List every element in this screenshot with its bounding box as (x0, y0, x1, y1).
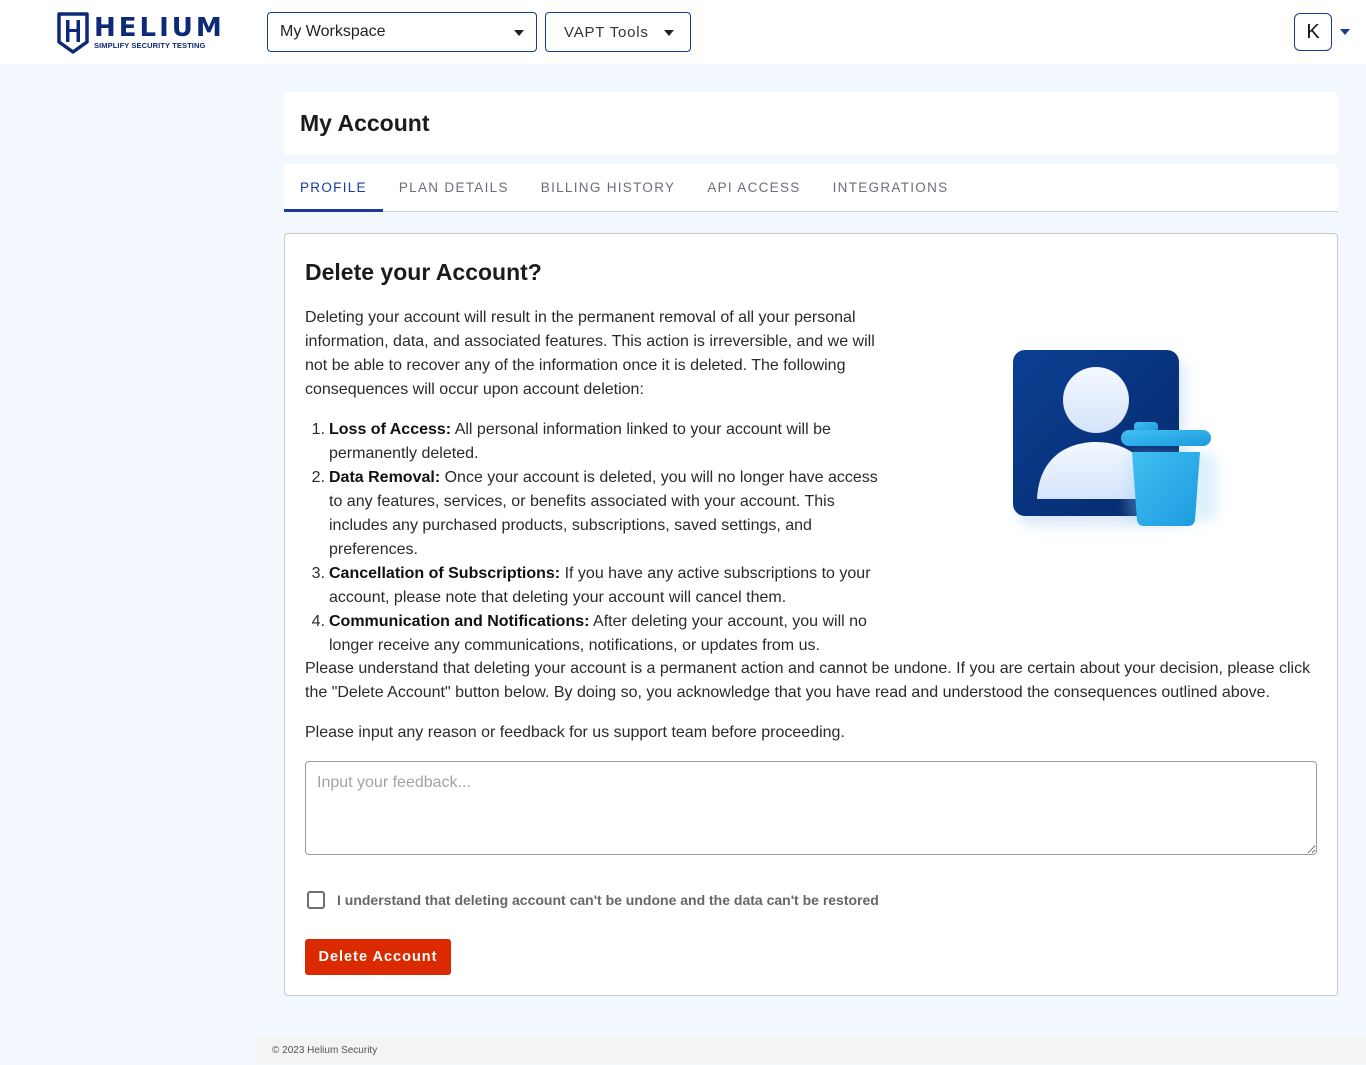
list-item: 2. Data Removal: Once your account is de… (305, 466, 895, 562)
footer: © 2023 Helium Security (256, 1037, 1366, 1063)
workspace-select-value: My Workspace (280, 23, 386, 40)
consequence-heading: Loss of Access: (329, 421, 452, 438)
tab-profile[interactable]: PROFILE (284, 164, 383, 212)
list-item: 3. Cancellation of Subscriptions: If you… (305, 562, 895, 610)
chevron-down-icon (664, 30, 674, 36)
page-title: My Account (300, 110, 430, 136)
feedback-prompt: Please input any reason or feedback for … (305, 724, 845, 741)
consequences-list: 1. Loss of Access: All personal informat… (305, 418, 895, 658)
delete-account-heading: Delete your Account? (305, 259, 542, 285)
feedback-textarea[interactable] (305, 761, 1317, 855)
list-number: 4. (311, 613, 325, 630)
list-item: 1. Loss of Access: All personal informat… (305, 418, 895, 466)
shield-logo-icon (57, 12, 89, 54)
tab-api-access[interactable]: API ACCESS (691, 164, 816, 211)
copyright-text: © 2023 Helium Security (272, 1044, 378, 1056)
user-menu-chevron-down-icon[interactable] (1340, 29, 1350, 35)
vapt-tools-select-value: VAPT Tools (564, 23, 649, 41)
delete-account-card: Delete your Account? Deleting your accou… (284, 233, 1338, 996)
delete-warning-text: Please understand that deleting your acc… (305, 660, 1311, 701)
confirm-row: I understand that deleting account can't… (307, 891, 879, 909)
confirm-checkbox[interactable] (307, 891, 325, 909)
top-bar: HELIUM SIMPLIFY SECURITY TESTING My Work… (0, 0, 1366, 64)
brand-name: HELIUM (94, 13, 225, 43)
workspace-select[interactable]: My Workspace (267, 12, 537, 52)
page-header: My Account (284, 92, 1338, 155)
consequence-heading: Communication and Notifications: (329, 613, 590, 630)
list-number: 1. (311, 421, 325, 438)
user-avatar[interactable]: K (1294, 13, 1332, 51)
tab-plan-details[interactable]: PLAN DETAILS (383, 164, 525, 211)
chevron-down-icon (514, 30, 524, 36)
consequence-heading: Cancellation of Subscriptions: (329, 565, 561, 582)
vapt-tools-select[interactable]: VAPT Tools (545, 12, 691, 52)
list-number: 3. (311, 565, 325, 582)
list-number: 2. (311, 469, 325, 486)
list-item: 4. Communication and Notifications: Afte… (305, 610, 895, 658)
account-tabs: PROFILE PLAN DETAILS BILLING HISTORY API… (284, 164, 1338, 212)
delete-intro-text: Deleting your account will result in the… (305, 309, 875, 398)
user-initial: K (1306, 20, 1320, 43)
brand-tagline: SIMPLIFY SECURITY TESTING (94, 41, 206, 50)
helium-logo[interactable]: HELIUM SIMPLIFY SECURITY TESTING (56, 11, 226, 55)
user-delete-icon (1007, 344, 1227, 544)
confirm-checkbox-label[interactable]: I understand that deleting account can't… (337, 892, 879, 908)
consequence-heading: Data Removal: (329, 469, 441, 486)
delete-account-button[interactable]: Delete Account (305, 939, 451, 975)
tab-integrations[interactable]: INTEGRATIONS (817, 164, 965, 211)
tab-billing-history[interactable]: BILLING HISTORY (525, 164, 692, 211)
